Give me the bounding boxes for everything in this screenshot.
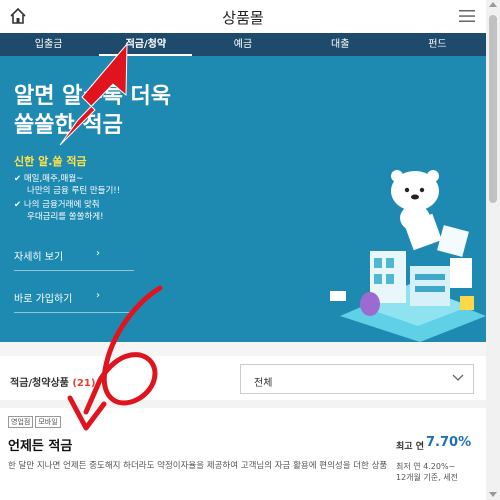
chevron-right-icon: ›: [96, 248, 100, 259]
min-rate-text: 최저 연 4.20%~: [396, 462, 456, 471]
banner-bullet-item: ✔ 매일,매주,매월~ 나만의 금융 루틴 만들기!!: [14, 173, 120, 197]
bullet-line: 나만의 금융 루틴 만들기!!: [27, 186, 121, 196]
select-value: 전체: [254, 378, 273, 389]
promo-banner: 알면 알수록 더욱 쏠쏠한 적금 신한 알.쏠 적금 ✔ 매일,매주,매월~ 나…: [0, 56, 486, 342]
tab-deposit-withdrawal[interactable]: 입출금: [0, 33, 97, 56]
scrollbar-thumb[interactable]: [489, 15, 497, 203]
vertical-scrollbar[interactable]: [486, 0, 500, 500]
product-description: 한 달만 지나면 언제든 중도해지 하더라도 약정이자율을 제공하여 고객님의 …: [8, 461, 388, 471]
tab-deposit[interactable]: 예금: [194, 33, 291, 56]
join-now-link[interactable]: 바로 가입하기 ›: [14, 290, 100, 305]
banner-illustration: [330, 170, 486, 342]
banner-headline: 알면 알수록 더욱 쏠쏠한 적금: [14, 82, 171, 140]
hamburger-menu-icon[interactable]: [459, 8, 475, 24]
banner-headline-line1: 알면 알수록 더욱: [14, 84, 171, 109]
chevron-down-icon: [452, 374, 464, 381]
scroll-down-arrow-icon[interactable]: [489, 492, 497, 497]
tab-savings-subscription[interactable]: 적금/청약: [97, 33, 194, 56]
app-header: 상품몰: [0, 0, 486, 33]
section-divider: [0, 342, 486, 356]
view-details-label: 자세히 보기: [14, 252, 64, 263]
product-category-label: 적금/청약상품: [10, 378, 69, 389]
badge-branch: 영업점: [8, 416, 34, 428]
divider: [14, 312, 134, 313]
rate-details: 최저 연 4.20%~ 12개월 기준, 세전: [396, 461, 458, 483]
tab-loan[interactable]: 대출: [292, 33, 389, 56]
rate-basis-text: 12개월 기준, 세전: [396, 473, 458, 482]
max-rate-label: 최고 연: [396, 442, 424, 452]
product-filter-row: 적금/청약상품 (21) 전체: [0, 356, 486, 396]
join-now-label: 바로 가입하기: [14, 294, 73, 305]
product-count-label: 적금/청약상품 (21): [10, 374, 95, 389]
section-divider: [0, 400, 486, 408]
banner-bullet-item: ✔ 나의 금융거래에 맞춰 우대금리를 쏠쏠하게!: [14, 199, 120, 223]
badge-mobile: 모바일: [35, 416, 61, 428]
bullet-line: 우대금리를 쏠쏠하게!: [27, 212, 104, 222]
max-rate-value: 7.70%: [426, 435, 472, 450]
bullet-line: ✔ 나의 금융거래에 맞춰: [14, 200, 100, 210]
divider: [14, 270, 134, 271]
scroll-up-arrow-icon[interactable]: [489, 2, 497, 7]
bullet-line: ✔ 매일,매주,매월~: [14, 174, 84, 184]
channel-badges: 영업점 모바일: [8, 416, 61, 428]
product-card[interactable]: 영업점 모바일 언제든 적금 한 달만 지나면 언제든 중도해지 하더라도 약정…: [0, 408, 486, 500]
product-filter-select[interactable]: 전체: [240, 364, 474, 394]
product-name[interactable]: 언제든 적금: [8, 435, 72, 454]
banner-product-name: 신한 알.쏠 적금: [14, 155, 87, 168]
chevron-right-icon: ›: [96, 290, 100, 301]
product-count: (21): [72, 378, 96, 389]
banner-bullets: ✔ 매일,매주,매월~ 나만의 금융 루틴 만들기!! ✔ 나의 금융거래에 맞…: [14, 173, 120, 225]
banner-headline-line2: 쏠쏠한 적금: [14, 113, 123, 138]
page-title: 상품몰: [222, 9, 264, 27]
view-details-link[interactable]: 자세히 보기 ›: [14, 248, 100, 263]
tab-fund[interactable]: 펀드: [389, 33, 486, 56]
category-tabs: 입출금 적금/청약 예금 대출 펀드: [0, 33, 486, 56]
